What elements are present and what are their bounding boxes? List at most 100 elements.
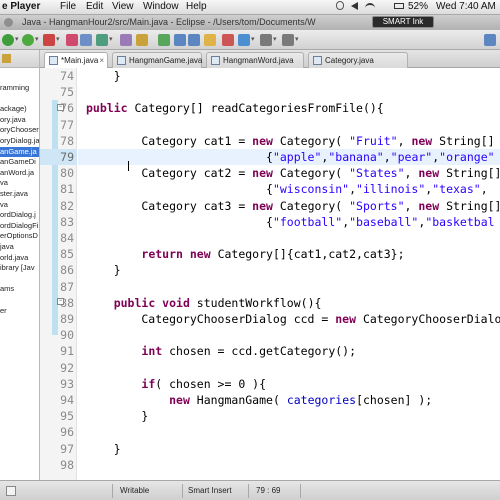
status-insert-mode[interactable]: Smart Insert [188,486,232,495]
explorer-tree-item[interactable]: oryDialog.ja [0,136,39,146]
code-line[interactable]: CategoryChooserDialog ccd = new Category… [86,311,500,327]
toggle-mark-icon[interactable] [158,34,170,46]
explorer-tree-item[interactable]: ory.java [0,115,39,125]
code-line[interactable]: } [86,408,148,424]
code-line[interactable]: } [86,68,121,84]
code-line[interactable]: int chosen = ccd.getCategory(); [86,343,356,359]
menu-bar: e Player File Edit View Window Help 52% … [0,0,500,15]
code-string: "illinois" [356,182,426,197]
smart-ink-badge[interactable]: SMART Ink [372,16,434,28]
status-writable: Writable [120,486,150,495]
code-line[interactable]: } [86,262,121,278]
explorer-tree-item[interactable]: oryChooser [0,125,39,135]
chevron-down-icon[interactable]: ▾ [273,34,279,46]
code-text: HangmanGame( [196,393,287,407]
status-icons [336,1,375,12]
code-line[interactable]: } [86,441,121,457]
tab-hangmangame-java[interactable]: HangmanGame.java [112,52,202,68]
code-line[interactable]: Category cat3 = new Category( "Sports", … [86,198,500,214]
tab-category-java[interactable]: Category.java [308,52,408,68]
menubar-clock[interactable]: Wed 7:40 AM [436,1,496,12]
run-icon[interactable] [22,34,34,46]
menu-window[interactable]: Window [143,1,179,12]
menu-view[interactable]: View [112,1,134,12]
menu-file[interactable]: File [60,1,76,12]
next-annotation-icon[interactable] [174,34,186,46]
line-number: 81 [60,182,74,197]
chevron-down-icon[interactable]: ▾ [35,34,41,46]
explorer-tree-item[interactable]: anGame.ja [0,146,39,157]
open-type-icon[interactable] [96,34,108,46]
code-line[interactable]: public Category[] readCategoriesFromFile… [86,100,384,116]
wifi-icon[interactable] [364,3,375,9]
explorer-tree-item[interactable] [0,295,39,305]
code-text: Category( [279,198,350,213]
code-line[interactable]: {"football","baseball","basketbal [86,214,495,230]
code-line[interactable]: {"wisconsin","illinois","texas", [86,181,488,197]
explorer-tree-item[interactable] [0,274,39,284]
chevron-down-icon[interactable]: ▾ [295,34,301,46]
forward-arrow-icon[interactable] [282,34,294,46]
debug-icon[interactable] [2,34,14,46]
annotation-icon[interactable] [136,34,148,46]
tab-main-java[interactable]: *Main.java × [44,52,108,68]
package-explorer-icon[interactable] [2,54,11,63]
app-menu-name[interactable]: e Player [2,1,40,12]
code-line[interactable]: public void studentWorkflow(){ [86,295,322,311]
perspective-icon[interactable] [484,34,496,46]
chevron-down-icon[interactable]: ▾ [109,34,115,46]
search-icon[interactable] [120,34,132,46]
battery-icon[interactable] [394,1,404,12]
menu-edit[interactable]: Edit [86,1,103,12]
code-text: , [404,166,419,181]
bluetooth-icon[interactable] [336,1,344,10]
window-title-bar: Java - HangmanHour2/src/Main.java - Ecli… [0,15,500,30]
window-close-button[interactable] [4,18,13,27]
new-package-icon[interactable] [66,34,78,46]
explorer-tree-item[interactable]: orld.java [0,253,39,263]
last-edit-icon[interactable] [204,34,216,46]
code-line[interactable]: new HangmanGame( categories[chosen] ); [86,392,432,408]
chevron-down-icon[interactable]: ▾ [15,34,21,46]
explorer-tree-item[interactable]: ibrary [Jav [0,263,39,273]
explorer-tree-item[interactable]: va [0,200,39,210]
external-tools-icon[interactable] [43,34,55,46]
line-number: 91 [60,344,74,359]
explorer-tree-item[interactable] [0,94,39,104]
explorer-tree-item[interactable]: ackage) [0,104,39,114]
status-indicator-icon[interactable] [6,486,16,496]
explorer-tree-item[interactable]: anGameDi [0,157,39,167]
explorer-tree-item[interactable]: ordDialogFi [0,221,39,231]
explorer-tree-item[interactable]: ams [0,284,39,294]
code-string: "wisconsin" [272,182,350,197]
tab-hangmanword-java[interactable]: HangmanWord.java [206,52,304,68]
code-line[interactable]: {"apple","banana","pear","orange" [86,149,495,165]
explorer-tree-item[interactable]: ordDialog.j [0,210,39,220]
breakpoint-icon[interactable] [222,34,234,46]
explorer-tree-item[interactable]: ster.java [0,189,39,199]
prev-annotation-icon[interactable] [188,34,200,46]
code-text: Category( [279,133,350,148]
chevron-down-icon[interactable]: ▾ [56,34,62,46]
code-line[interactable]: if( chosen >= 0 ){ [86,376,266,392]
fold-toggle-icon[interactable]: − [57,298,64,305]
back-arrow-icon[interactable] [260,34,272,46]
menu-help[interactable]: Help [186,1,207,12]
explorer-tree-item[interactable]: er [0,306,39,316]
explorer-tree-item[interactable]: anWord.ja [0,168,39,178]
code-text: } [86,441,121,456]
code-line[interactable]: Category cat2 = new Category( "States", … [86,165,500,181]
code-line[interactable]: Category cat1 = new Category( "Fruit", n… [86,133,494,149]
fold-toggle-icon[interactable]: − [57,104,64,111]
explorer-tree-item[interactable]: ramming [0,83,39,93]
code-line[interactable]: return new Category[]{cat1,cat2,cat3}; [86,246,404,262]
chevron-down-icon[interactable]: ▾ [251,34,257,46]
close-icon[interactable]: × [99,53,104,68]
volume-icon[interactable] [350,2,358,10]
explorer-tree-item[interactable]: erOptionsD [0,231,39,241]
external-link-icon[interactable] [238,34,250,46]
new-class-icon[interactable] [80,34,92,46]
explorer-tree-item[interactable]: va [0,178,39,188]
explorer-tree-item[interactable]: java [0,242,39,252]
line-number: 92 [60,360,74,375]
